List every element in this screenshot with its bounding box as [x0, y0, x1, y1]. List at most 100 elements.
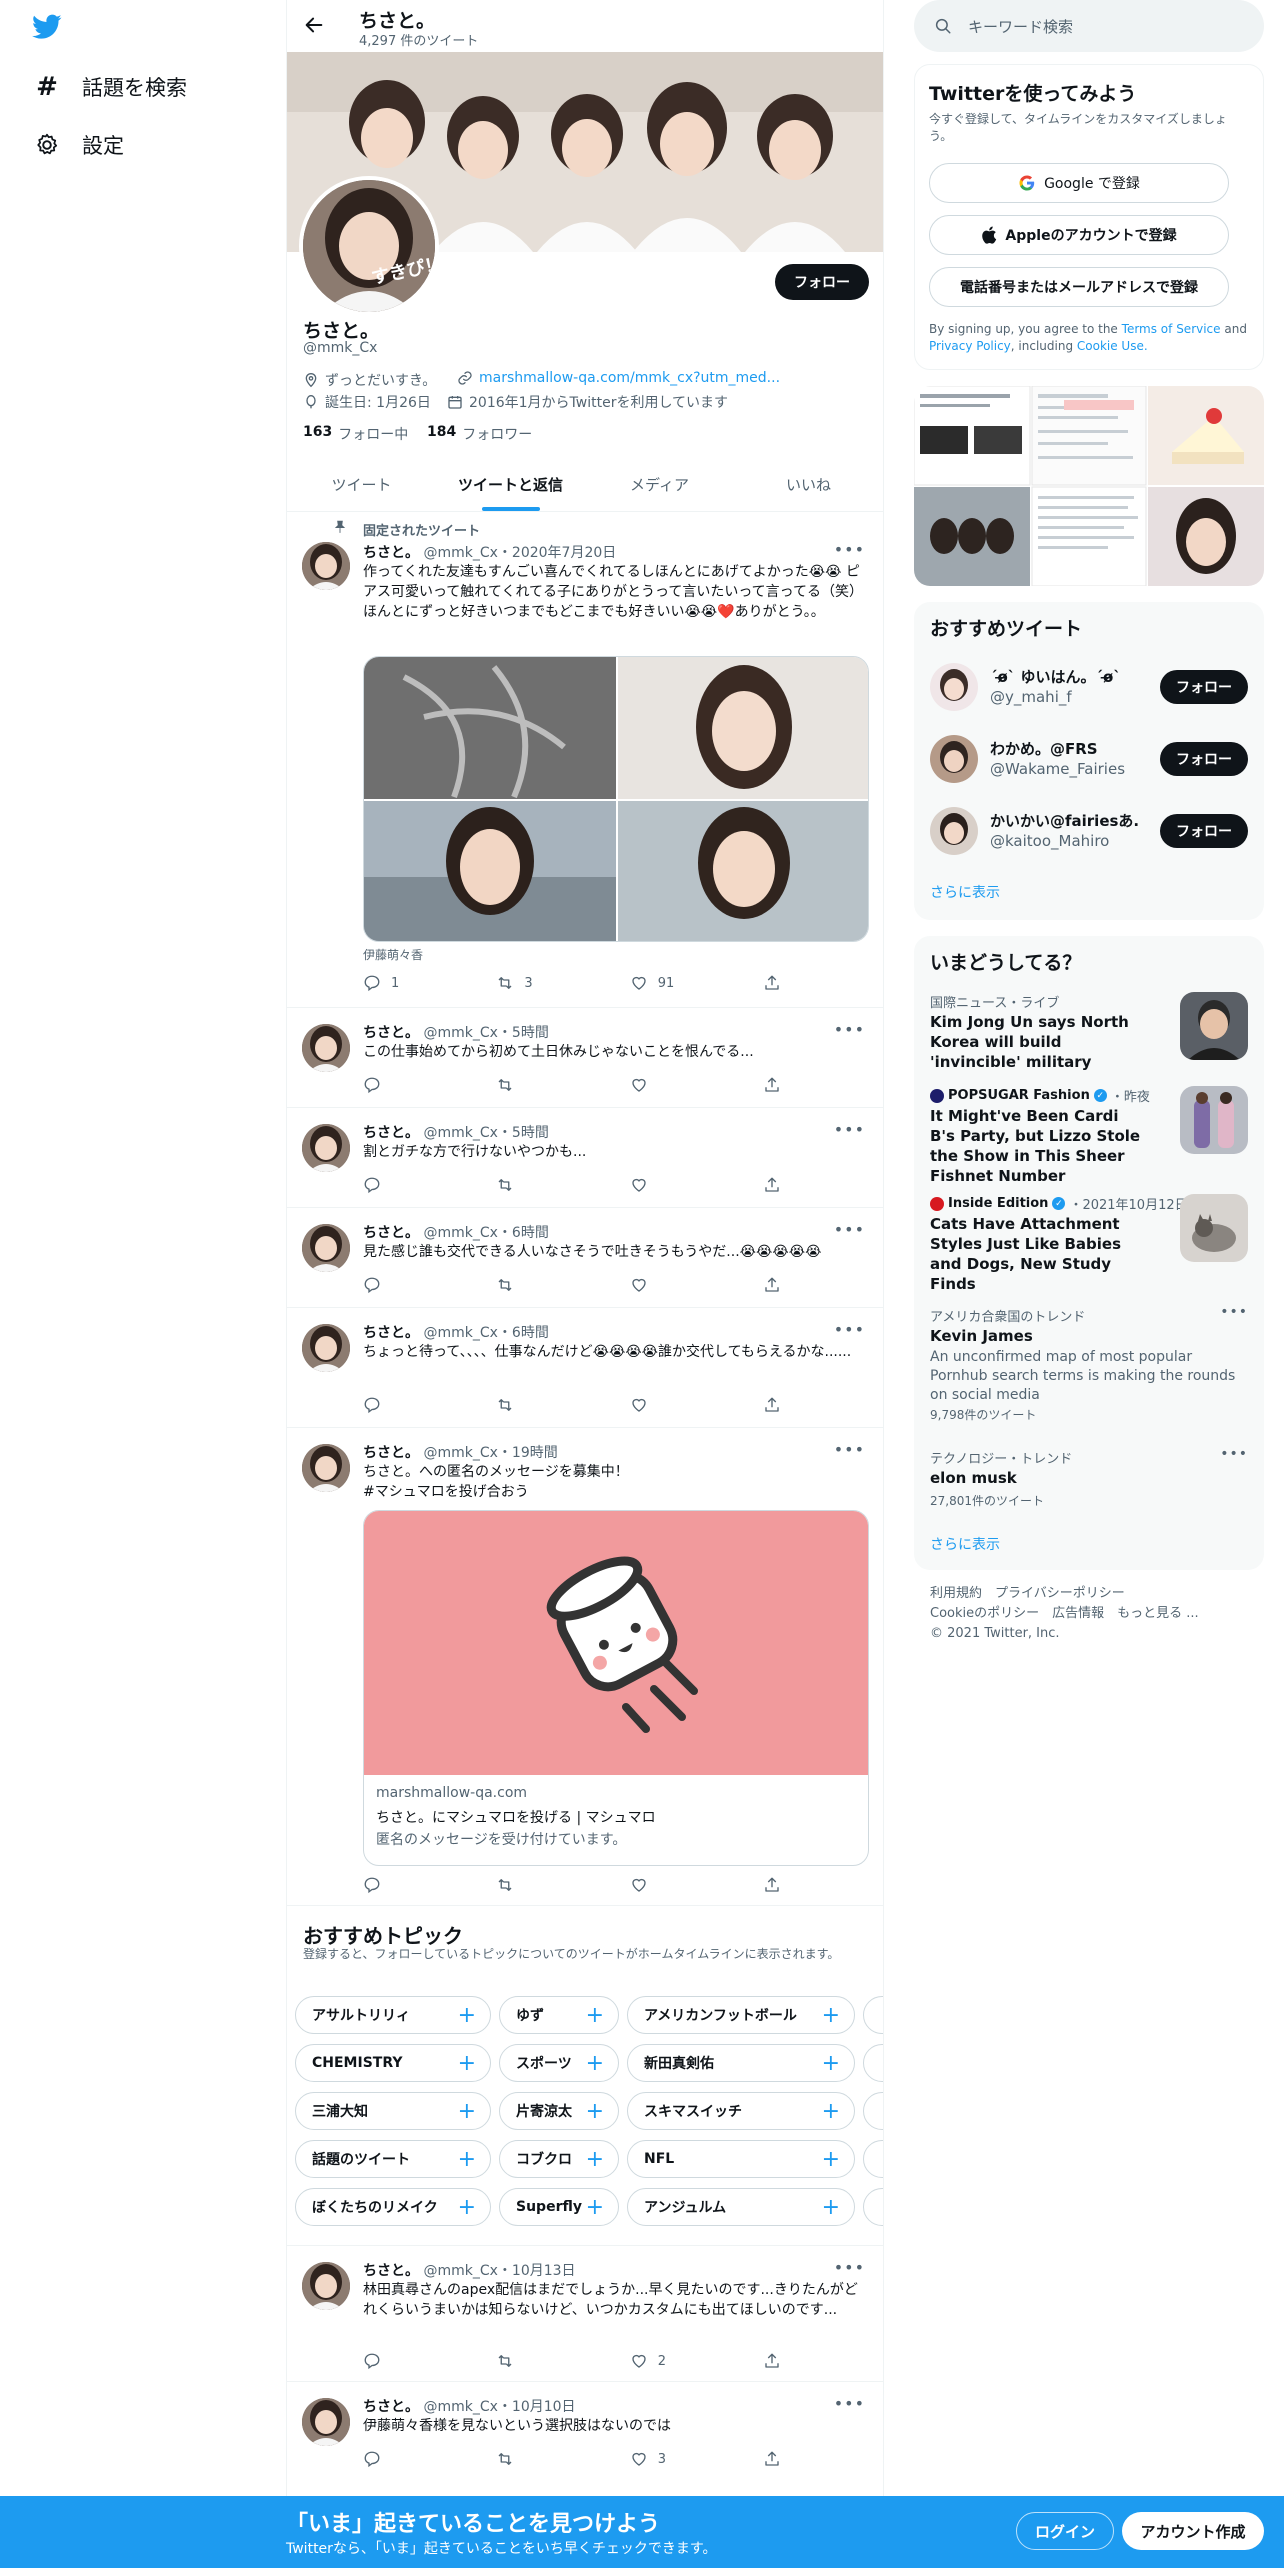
avatar[interactable]: [302, 1444, 350, 1492]
retweet-button[interactable]: [496, 2350, 629, 2372]
footer-line[interactable]: 利用規約 プライバシーポリシー: [930, 1584, 1230, 1604]
apple-signup-button[interactable]: Appleのアカウントで登録: [929, 215, 1229, 255]
topic-pill[interactable]: スキマスイッチ +: [627, 2092, 855, 2130]
recommended-user[interactable]: かいかい@fairiesあ... @kaitoo_Mahiro フォロー: [914, 796, 1264, 866]
topic-pill[interactable]: 片寄涼太 +: [499, 2092, 619, 2130]
trend-item[interactable]: テクノロジー・トレンド ••• elon musk 27,801件のツイート: [914, 1446, 1264, 1518]
phone-email-signup-button[interactable]: 電話番号またはメールアドレスで登録: [929, 267, 1229, 307]
share-button[interactable]: [763, 1874, 783, 1896]
avatar[interactable]: [930, 807, 978, 855]
reply-button[interactable]: [363, 1174, 496, 1196]
like-button[interactable]: 2: [630, 2350, 763, 2372]
profile-avatar[interactable]: すきぴ！: [299, 176, 439, 316]
reply-button[interactable]: [363, 1274, 496, 1296]
like-button[interactable]: [630, 1394, 763, 1416]
topic-pill[interactable]: 話題のツイート +: [295, 2140, 491, 2178]
avatar[interactable]: [302, 1024, 350, 1072]
link-card[interactable]: marshmallow-qa.com ちさと。にマシュマロを投げる | マシュマ…: [363, 1510, 869, 1866]
topic-pill-partial[interactable]: [863, 2140, 883, 2178]
more-icon[interactable]: •••: [834, 1440, 865, 1459]
topic-pill[interactable]: 新田真剣佑 +: [627, 2044, 855, 2082]
share-button[interactable]: [763, 2350, 783, 2372]
footer-line[interactable]: Cookieのポリシー 広告情報 もっと見る ...: [930, 1604, 1230, 1624]
more-icon[interactable]: •••: [834, 1020, 865, 1039]
privacy-link[interactable]: Privacy Policy: [929, 339, 1011, 353]
tab-media[interactable]: メディア: [585, 458, 734, 511]
topic-pill[interactable]: 三浦大知 +: [295, 2092, 491, 2130]
tweet[interactable]: ちさと。 @mmk_Cx・6時間 ••• ちょっと待って、、、、仕事なんだけど😭…: [287, 1308, 883, 1428]
reply-button[interactable]: [363, 2448, 496, 2470]
like-button[interactable]: 3: [630, 2448, 763, 2470]
topic-pill-partial[interactable]: [863, 2188, 883, 2226]
retweet-button[interactable]: [496, 1394, 629, 1416]
follow-button[interactable]: フォロー: [1160, 814, 1248, 848]
avatar[interactable]: [302, 1124, 350, 1172]
more-icon[interactable]: •••: [1220, 1304, 1248, 1320]
share-button[interactable]: [763, 1174, 783, 1196]
tweet[interactable]: ちさと。 @mmk_Cx・10月10日 ••• 伊藤萌々香様を見ないという選択肢…: [287, 2382, 883, 2500]
like-button[interactable]: [630, 1074, 763, 1096]
search-box[interactable]: キーワード検索: [914, 0, 1264, 52]
avatar[interactable]: [302, 2398, 350, 2446]
retweet-button[interactable]: [496, 1074, 629, 1096]
tweet-with-card[interactable]: ちさと。 @mmk_Cx・19時間 ••• ちさと。への匿名のメッセージを募集中…: [287, 1428, 883, 1906]
topic-pill[interactable]: NFL +: [627, 2140, 855, 2178]
topic-pill[interactable]: ゆず +: [499, 1996, 619, 2034]
reply-button[interactable]: 1: [363, 972, 496, 994]
create-account-button[interactable]: アカウント作成: [1122, 2512, 1264, 2550]
recommended-user[interactable]: わかめ。@FRS @Wakame_Fairies フォロー: [914, 724, 1264, 794]
avatar[interactable]: [302, 1224, 350, 1272]
show-more-link[interactable]: さらに表示: [930, 882, 1000, 902]
trend-item[interactable]: 国際ニュース・ライブ Kim Jong Un says North Korea …: [914, 992, 1264, 1082]
like-button[interactable]: [630, 1874, 763, 1896]
tab-tweets-and-replies[interactable]: ツイートと返信: [436, 458, 585, 511]
more-icon[interactable]: •••: [834, 1120, 865, 1139]
profile-website-link[interactable]: marshmallow-qa.com/mmk_cx?utm_med...: [479, 370, 780, 386]
show-more-link[interactable]: さらに表示: [930, 1534, 1000, 1554]
tweet[interactable]: ちさと。 @mmk_Cx・5時間 ••• 割とガチな方で行けないやつかも...: [287, 1108, 883, 1208]
tweet[interactable]: ちさと。 @mmk_Cx・6時間 ••• 見た感じ誰も交代できる人いなさそうで吐…: [287, 1208, 883, 1308]
share-button[interactable]: [763, 1274, 783, 1296]
share-button[interactable]: [763, 1394, 783, 1416]
search-input[interactable]: キーワード検索: [968, 16, 1073, 37]
more-icon[interactable]: •••: [834, 2394, 865, 2413]
more-icon[interactable]: •••: [834, 2258, 865, 2277]
reply-button[interactable]: [363, 1874, 496, 1896]
google-signup-button[interactable]: Google で登録: [929, 163, 1229, 203]
more-icon[interactable]: •••: [834, 1220, 865, 1239]
more-icon[interactable]: •••: [1220, 1446, 1248, 1462]
like-button[interactable]: [630, 1174, 763, 1196]
nav-explore[interactable]: # 話題を検索: [34, 72, 187, 102]
retweet-button[interactable]: 3: [496, 972, 629, 994]
profile-media-grid[interactable]: [914, 386, 1264, 586]
more-icon[interactable]: •••: [834, 540, 865, 559]
hashtag-link[interactable]: #マシュマロを投げ合おう: [363, 1482, 869, 1502]
following-stat[interactable]: 163 フォロー中: [303, 424, 408, 444]
topic-pill-partial[interactable]: [863, 2044, 883, 2082]
share-button[interactable]: [763, 2448, 783, 2470]
twitter-logo-icon[interactable]: [32, 14, 62, 40]
topic-pill[interactable]: アサルトリリィ +: [295, 1996, 491, 2034]
terms-link[interactable]: Terms of Service: [1122, 322, 1221, 336]
recommended-user[interactable]: ˊo̶̶̷ˋ ゆいはん。ˊo̶̶̷ˋ @y_mahi_f フォロー: [914, 652, 1264, 722]
trend-item[interactable]: Inside Edition ✓ ・2021年10月12日 Cats Have …: [914, 1194, 1264, 1294]
reply-button[interactable]: [363, 1394, 496, 1416]
topic-pill[interactable]: コブクロ +: [499, 2140, 619, 2178]
follow-button[interactable]: フォロー: [1160, 742, 1248, 776]
tab-tweets[interactable]: ツイート: [287, 458, 436, 511]
tab-likes[interactable]: いいね: [734, 458, 883, 511]
reply-button[interactable]: [363, 2350, 496, 2372]
avatar[interactable]: [302, 1324, 350, 1372]
avatar[interactable]: [302, 542, 350, 590]
retweet-button[interactable]: [496, 2448, 629, 2470]
cookie-link[interactable]: Cookie Use.: [1077, 339, 1148, 353]
login-button[interactable]: ログイン: [1016, 2512, 1114, 2550]
trend-item[interactable]: アメリカ合衆国のトレンド ••• Kevin James An unconfir…: [914, 1304, 1264, 1446]
follow-button[interactable]: フォロー: [1160, 670, 1248, 704]
share-button[interactable]: [763, 972, 783, 994]
topic-pill[interactable]: ぼくたちのリメイク +: [295, 2188, 491, 2226]
like-button[interactable]: 91: [630, 972, 763, 994]
follow-button[interactable]: フォロー: [775, 264, 869, 300]
topic-pill[interactable]: アンジュルム +: [627, 2188, 855, 2226]
back-arrow-icon[interactable]: [303, 14, 325, 36]
